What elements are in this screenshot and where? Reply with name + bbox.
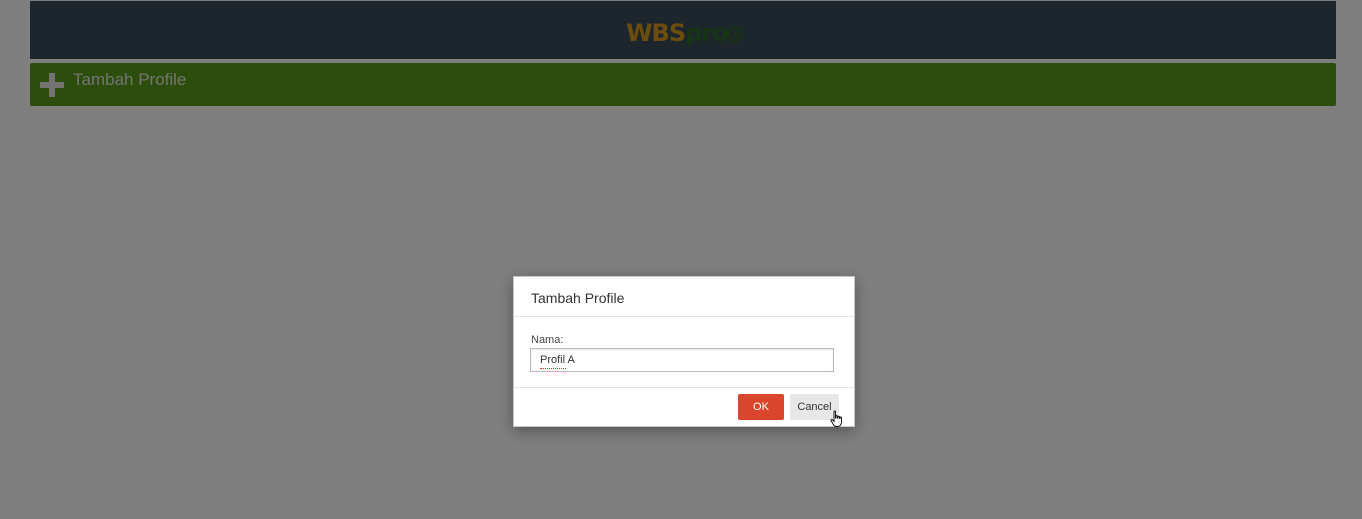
dialog-title: Tambah Profile xyxy=(531,289,625,306)
ok-button[interactable]: OK xyxy=(738,394,784,420)
dialog-body: Nama: xyxy=(514,317,854,388)
spellcheck-underline xyxy=(540,366,566,369)
add-profile-dialog: Tambah Profile Nama: OK Cancel xyxy=(513,276,855,427)
modal-overlay[interactable] xyxy=(0,0,1362,519)
dialog-footer: OK Cancel xyxy=(514,388,854,426)
name-input[interactable] xyxy=(530,348,834,372)
name-field-label: Nama: xyxy=(531,334,564,346)
dialog-header: Tambah Profile xyxy=(514,277,854,317)
hand-pointer-icon xyxy=(830,410,842,427)
